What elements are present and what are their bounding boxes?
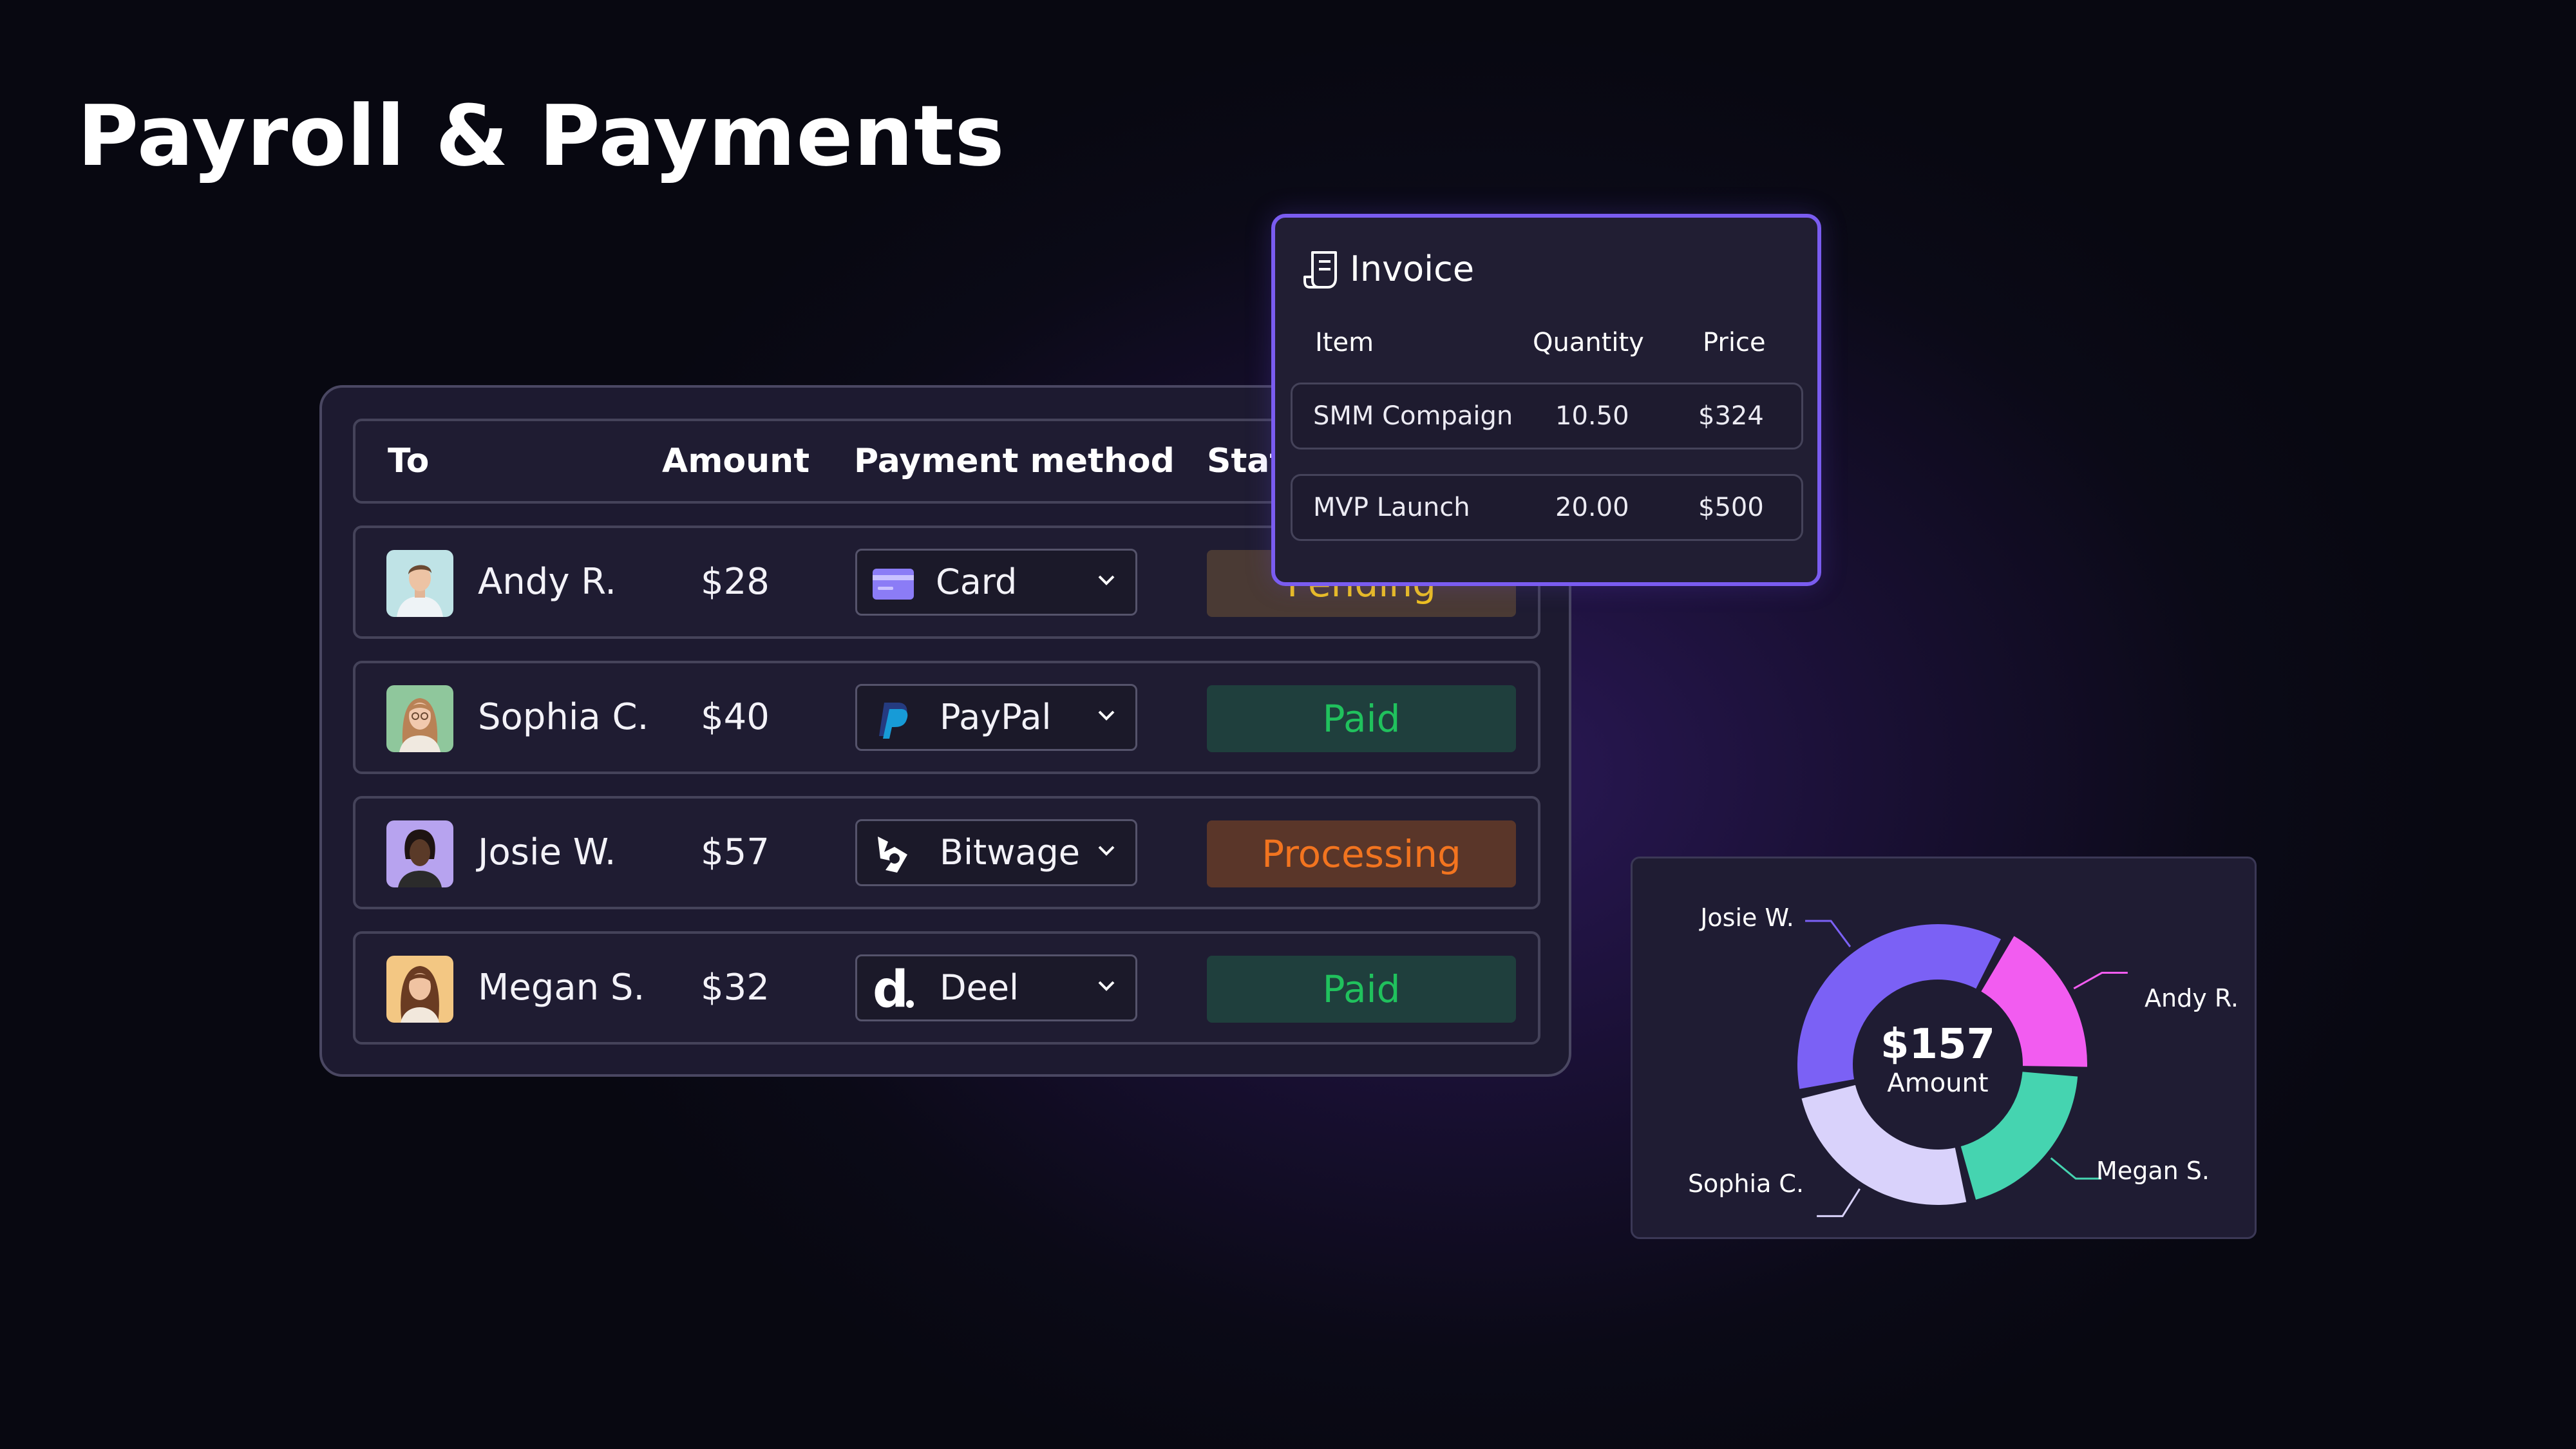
invoice-price: $324 [1698, 401, 1764, 431]
leader-line [2050, 1157, 2102, 1180]
recipient-name: Andy R. [478, 561, 617, 603]
recipient-name: Josie W. [478, 831, 616, 873]
status-badge: Paid [1207, 956, 1516, 1023]
invoice-header-price: Price [1703, 328, 1766, 357]
payment-method-label: Bitwage [940, 832, 1080, 873]
invoice-quantity: 20.00 [1555, 493, 1629, 522]
bitwage-icon [878, 837, 907, 873]
svg-text:d: d [873, 968, 909, 1012]
column-header-payment-method[interactable]: Payment method [854, 421, 1175, 501]
legend-label-sophia: Sophia C. [1688, 1170, 1804, 1198]
payment-amount: $28 [701, 561, 770, 603]
invoice-price: $500 [1698, 493, 1764, 522]
legend-label-josie: Josie W. [1699, 904, 1794, 932]
deel-icon: d [873, 968, 914, 1012]
invoice-item: MVP Launch [1313, 493, 1470, 522]
legend-label-megan: Megan S. [2096, 1157, 2210, 1185]
donut-chart: $157 Amount Josie W. Andy R. Megan S. So… [1688, 904, 2239, 1217]
receipt-icon [1303, 251, 1337, 289]
avatar [386, 685, 453, 752]
payment-amount: $40 [701, 696, 770, 738]
table-row[interactable]: Megan S. $32 d Deel Paid [353, 931, 1540, 1045]
status-badge: Processing [1207, 820, 1516, 887]
payment-method-dropdown[interactable]: d Deel [855, 954, 1137, 1021]
payment-method-dropdown[interactable]: Bitwage [855, 819, 1137, 886]
chart-total: $157 [1880, 1021, 1995, 1068]
avatar [386, 956, 453, 1023]
card-icon [873, 569, 914, 600]
invoice-header-quantity: Quantity [1533, 328, 1644, 357]
table-row[interactable]: Josie W. $57 Bitwage Processing [353, 796, 1540, 909]
amount-donut-chart-card: $157 Amount Josie W. Andy R. Megan S. So… [1631, 857, 2257, 1239]
chevron-down-icon [1098, 981, 1115, 991]
invoice-row[interactable]: MVP Launch 20.00 $500 [1291, 474, 1803, 541]
leader-line [2073, 972, 2128, 990]
chart-center-caption: Amount [1887, 1068, 1988, 1098]
invoice-row[interactable]: SMM Compaign 10.50 $324 [1291, 383, 1803, 450]
payment-method-label: Card [936, 562, 1018, 602]
legend-label-andy: Andy R. [2145, 984, 2239, 1012]
column-header-to[interactable]: To [388, 421, 429, 501]
status-badge: Paid [1207, 685, 1516, 752]
page-title: Payroll & Payments [77, 87, 1005, 185]
leader-line [1817, 1188, 1861, 1217]
payment-method-label: Deel [940, 967, 1019, 1008]
chevron-down-icon [1098, 575, 1115, 585]
donut-slice[interactable] [1981, 936, 2087, 1067]
column-header-amount[interactable]: Amount [662, 421, 810, 501]
payment-method-dropdown[interactable]: Card [855, 549, 1137, 616]
payment-amount: $32 [701, 967, 770, 1009]
invoice-header-item: Item [1315, 328, 1374, 357]
invoice-card: Invoice Item Quantity Price SMM Compaign… [1271, 214, 1821, 586]
avatar [386, 550, 453, 617]
recipient-name: Megan S. [478, 967, 645, 1009]
recipient-name: Sophia C. [478, 696, 649, 738]
invoice-title: Invoice [1350, 249, 1475, 289]
table-row[interactable]: Sophia C. $40 PayPal Paid [353, 661, 1540, 774]
donut-slice[interactable] [1801, 1084, 1967, 1205]
leader-line [1805, 920, 1852, 947]
payment-method-label: PayPal [940, 697, 1052, 737]
chevron-down-icon [1098, 846, 1115, 856]
paypal-icon [879, 703, 908, 739]
invoice-item: SMM Compaign [1313, 401, 1513, 431]
avatar [386, 820, 453, 887]
chevron-down-icon [1098, 710, 1115, 721]
payment-amount: $57 [701, 831, 770, 873]
invoice-quantity: 10.50 [1555, 401, 1629, 431]
payment-method-dropdown[interactable]: PayPal [855, 684, 1137, 751]
